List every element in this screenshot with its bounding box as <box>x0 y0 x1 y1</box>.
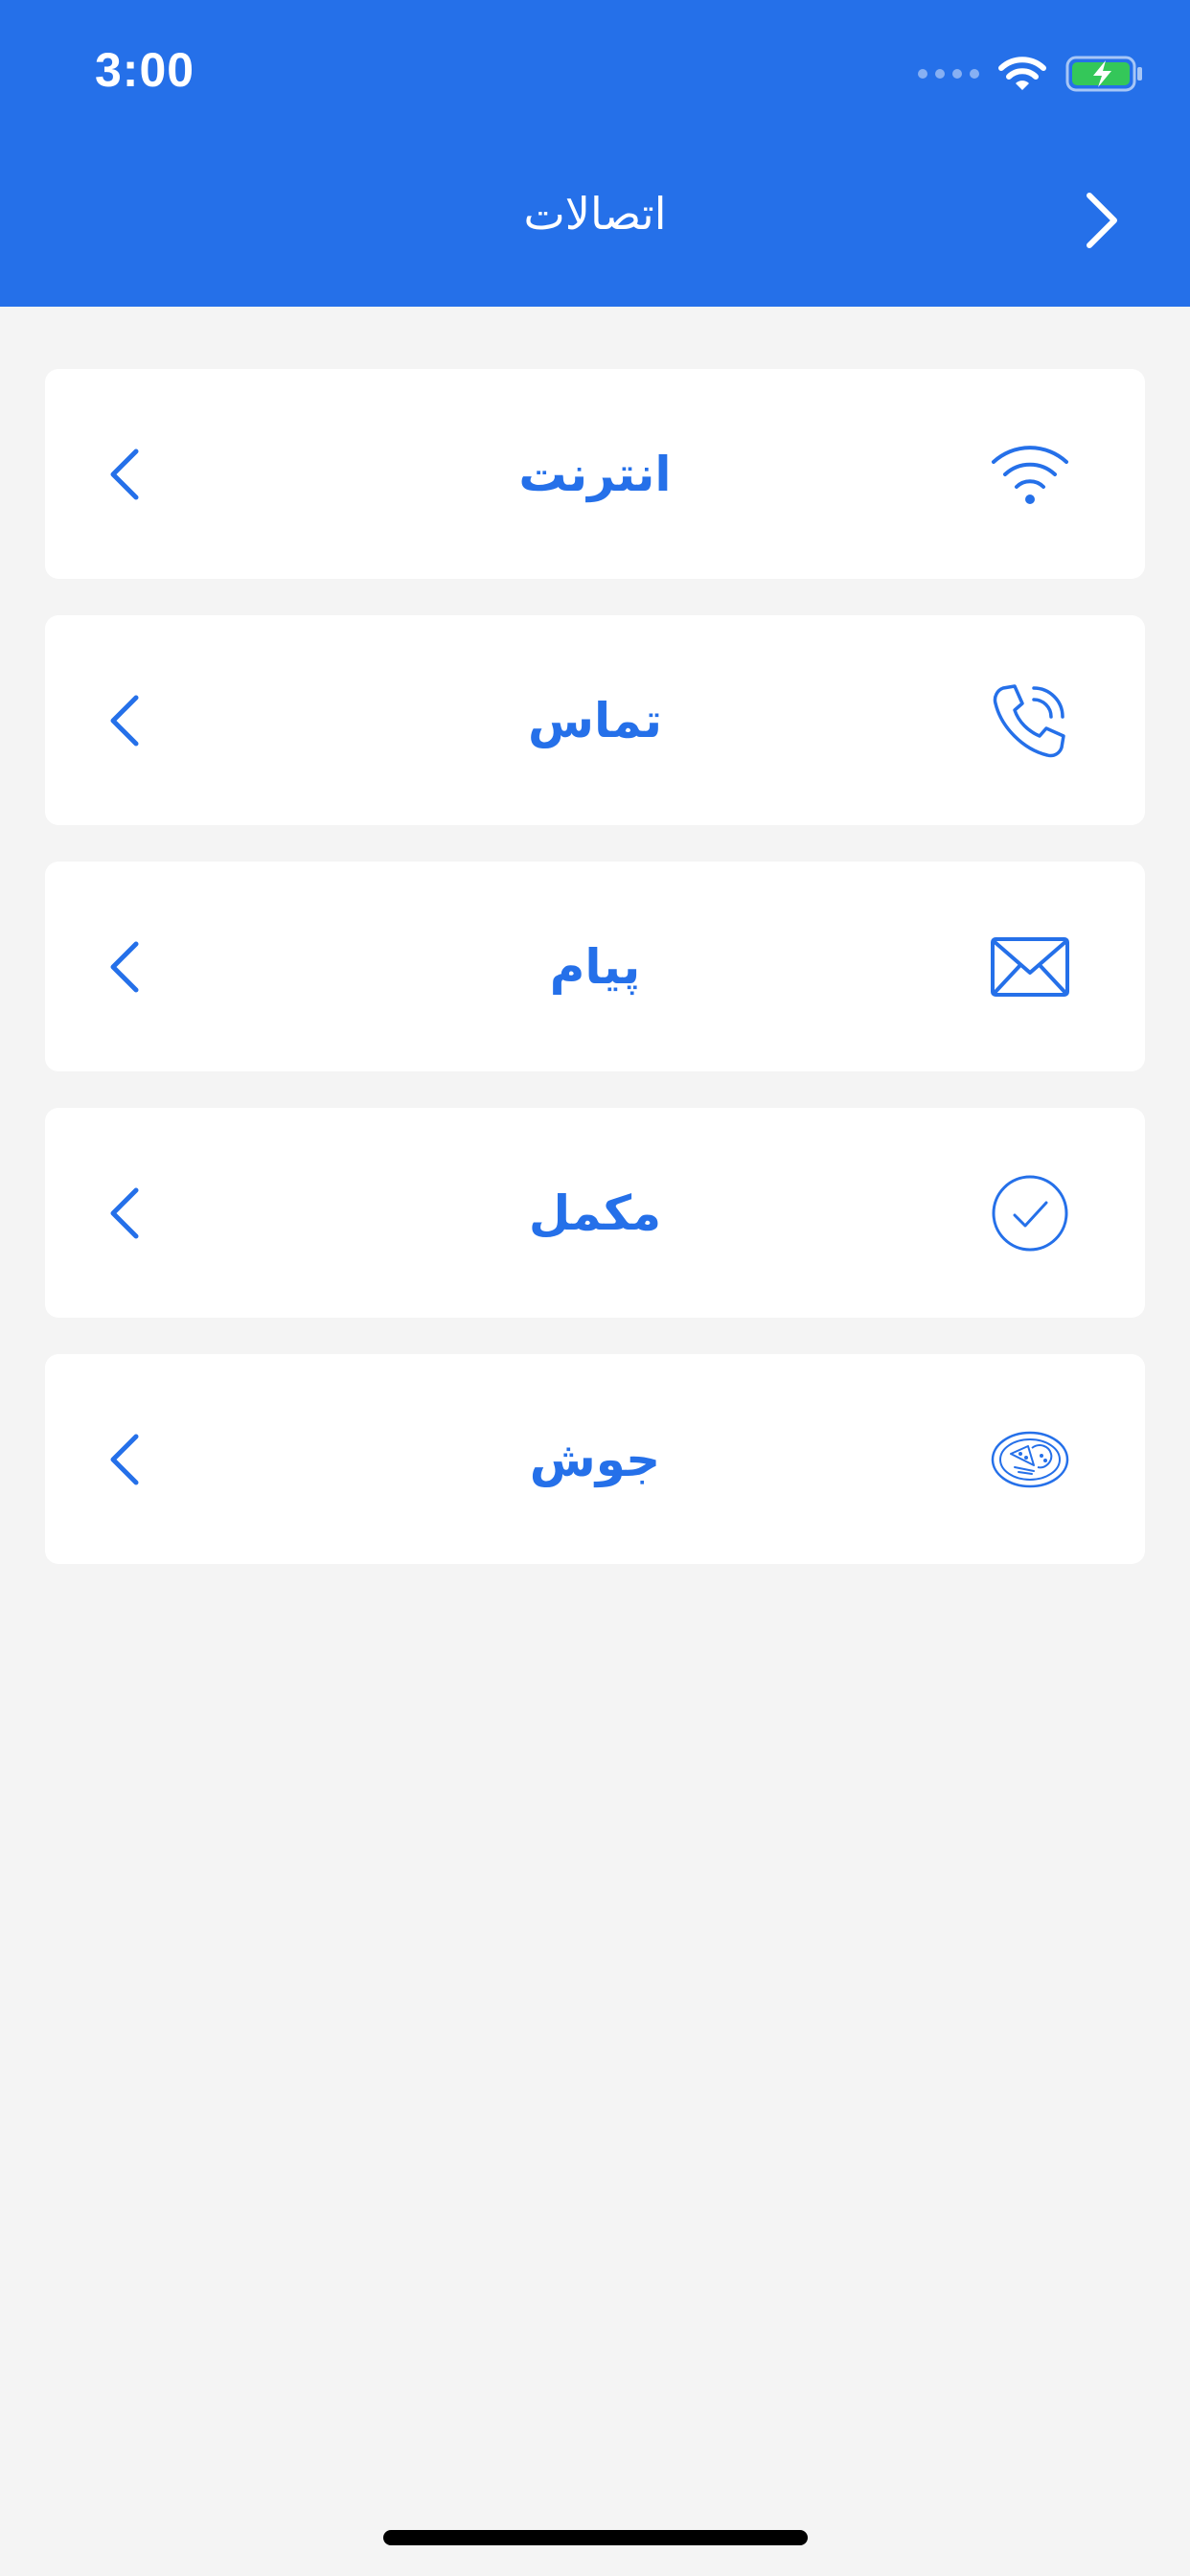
list-item-label: پیام <box>549 938 641 995</box>
list-item-internet[interactable]: انترنت <box>45 369 1145 579</box>
status-time: 3:00 <box>95 43 195 97</box>
connections-list: انترنت تماس پیام مکمل جوش <box>45 369 1145 1600</box>
list-item-call[interactable]: تماس <box>45 615 1145 825</box>
chevron-right-icon <box>1087 193 1117 248</box>
list-item-food[interactable]: جوش <box>45 1354 1145 1564</box>
list-item-label: جوش <box>529 1431 661 1487</box>
list-item-label: تماس <box>527 692 663 748</box>
list-item-message[interactable]: پیام <box>45 862 1145 1071</box>
chevron-left-icon <box>105 1184 144 1242</box>
battery-charging-icon <box>1065 56 1142 92</box>
wifi-status-icon <box>998 57 1046 90</box>
status-icons <box>918 50 1144 98</box>
chevron-left-icon <box>105 1431 144 1488</box>
home-indicator[interactable] <box>383 2530 808 2545</box>
chevron-left-icon <box>105 692 144 749</box>
signal-icon <box>918 69 979 79</box>
chevron-left-icon <box>105 938 144 996</box>
app-screen: 3:00 اتصالات انترنت تماس پیام مکمل جوش <box>0 0 1190 2576</box>
page-title: اتصالات <box>523 188 667 240</box>
header: 3:00 اتصالات <box>0 0 1190 307</box>
list-item-supplement[interactable]: مکمل <box>45 1108 1145 1318</box>
list-item-label: مکمل <box>528 1184 662 1241</box>
list-item-label: انترنت <box>518 446 672 502</box>
chevron-left-icon <box>105 446 144 503</box>
back-button[interactable] <box>1071 186 1133 255</box>
